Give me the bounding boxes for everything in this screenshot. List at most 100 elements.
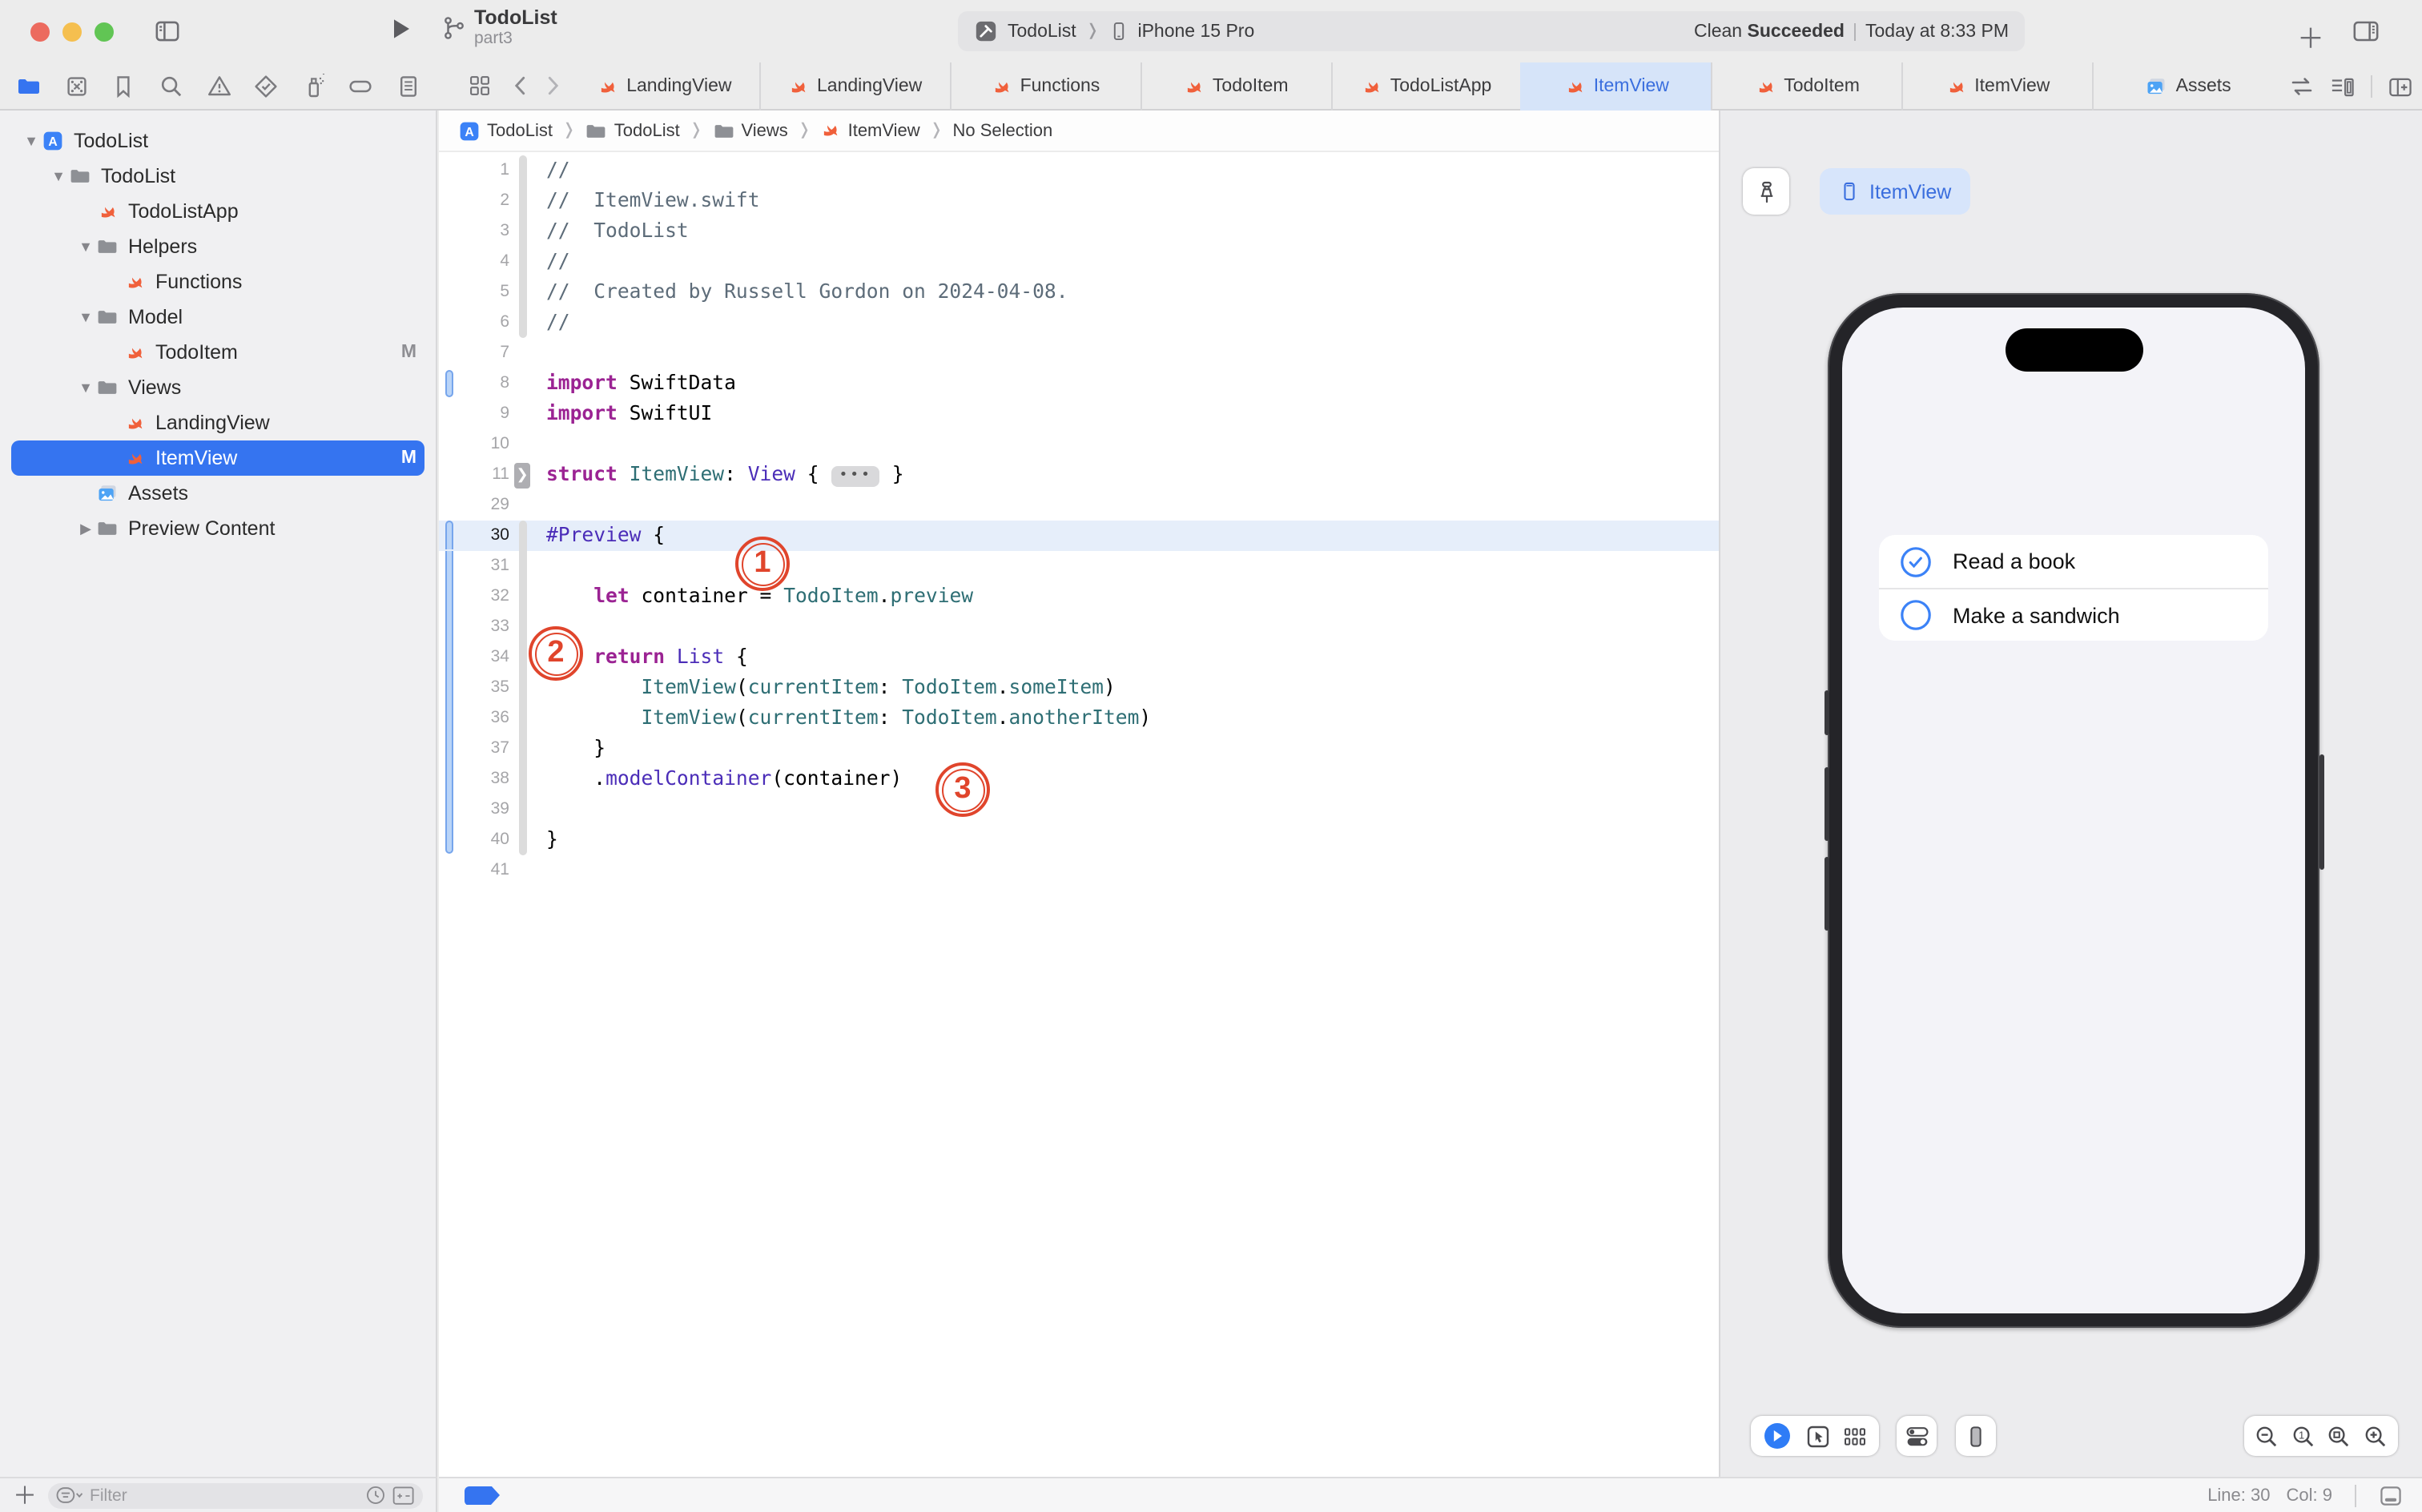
code-line-37[interactable]: 37 } xyxy=(439,734,1719,764)
fold-ribbon[interactable] xyxy=(519,521,527,551)
code-line-31[interactable]: 31 xyxy=(439,551,1719,581)
sidebar-item-model[interactable]: ▼ Model xyxy=(0,300,436,335)
tab-assets[interactable]: Assets xyxy=(2092,62,2283,111)
fold-ribbon[interactable] xyxy=(519,734,527,764)
fold-ribbon[interactable] xyxy=(519,551,527,581)
code-line-36[interactable]: 36 ItemView(currentItem: TodoItem.anothe… xyxy=(439,703,1719,734)
bookmarks-navigator-icon[interactable] xyxy=(111,74,137,99)
fold-ribbon[interactable] xyxy=(519,612,527,642)
code-line-2[interactable]: 2 // ItemView.swift xyxy=(439,186,1719,216)
line-number[interactable]: 2 xyxy=(455,186,509,216)
zoom-window-button[interactable] xyxy=(95,22,114,42)
line-number[interactable]: 40 xyxy=(455,825,509,855)
activity-status[interactable]: Clean Succeeded | Today at 8:33 PM xyxy=(1694,22,2009,41)
code-line-38[interactable]: 38 .modelContainer(container) xyxy=(439,764,1719,794)
tab-itemview[interactable]: ItemView xyxy=(1901,62,2092,111)
zoom-out-icon[interactable] xyxy=(2255,1423,2280,1449)
breadcrumb-todolist[interactable]: TodoList xyxy=(585,119,680,142)
device-bezels-control[interactable] xyxy=(1956,1416,1996,1456)
line-number[interactable]: 32 xyxy=(455,581,509,612)
fold-ribbon[interactable] xyxy=(519,703,527,734)
sidebar-item-todolistapp[interactable]: TodoListApp xyxy=(0,194,436,229)
fold-ribbon[interactable] xyxy=(519,764,527,794)
code-line-34[interactable]: 34 return List { xyxy=(439,642,1719,673)
fold-ribbon[interactable] xyxy=(519,642,527,673)
back-icon[interactable] xyxy=(509,74,532,98)
run-button[interactable] xyxy=(389,16,413,42)
fold-ribbon[interactable] xyxy=(519,581,527,612)
selectable-mode-icon[interactable] xyxy=(1804,1423,1830,1449)
fold-ribbon[interactable] xyxy=(519,155,527,186)
sidebar-item-todolist[interactable]: ▼ TodoList xyxy=(0,159,436,194)
fold-ribbon[interactable] xyxy=(519,247,527,277)
zoom-in-icon[interactable] xyxy=(2362,1423,2388,1449)
sidebar-item-preview-content[interactable]: ▶ Preview Content xyxy=(0,511,436,546)
sidebar-item-functions[interactable]: Functions xyxy=(0,264,436,300)
line-number[interactable]: 1 xyxy=(455,155,509,186)
breadcrumb-itemview[interactable]: ItemView xyxy=(821,120,920,141)
line-number[interactable]: 36 xyxy=(455,703,509,734)
close-window-button[interactable] xyxy=(30,22,50,42)
preview-target-chip[interactable]: ItemView xyxy=(1820,168,1971,215)
code-line-32[interactable]: 32 let container = TodoItem.preview xyxy=(439,581,1719,612)
code-line-5[interactable]: 5 // Created by Russell Gordon on 2024-04… xyxy=(439,277,1719,308)
todo-item-row[interactable]: Read a book xyxy=(1879,535,2268,588)
col-indicator[interactable]: Col: 9 xyxy=(2287,1486,2333,1505)
fold-ribbon[interactable] xyxy=(519,186,527,216)
issues-navigator-icon[interactable] xyxy=(206,74,231,99)
code-line-39[interactable]: 39 xyxy=(439,794,1719,825)
scheme-toolbar[interactable]: TodoList ❭ iPhone 15 Pro Clean Succeeded… xyxy=(958,11,2025,51)
pin-preview-button[interactable] xyxy=(1743,168,1789,215)
code-line-35[interactable]: 35 ItemView(currentItem: TodoItem.someIt… xyxy=(439,673,1719,703)
tab-functions[interactable]: Functions xyxy=(949,62,1141,111)
line-number[interactable]: 6 xyxy=(455,308,509,338)
disclosure-icon[interactable]: ▼ xyxy=(77,309,95,325)
breadcrumb-views[interactable]: Views xyxy=(713,119,788,142)
todo-item-row[interactable]: Make a sandwich xyxy=(1879,588,2268,641)
line-number[interactable]: 34 xyxy=(455,642,509,673)
project-navigator-icon[interactable] xyxy=(16,74,42,99)
code-line-6[interactable]: 6 // xyxy=(439,308,1719,338)
code-line-33[interactable]: 33 xyxy=(439,612,1719,642)
code-line-41[interactable]: 41 xyxy=(439,855,1719,886)
line-number[interactable]: 4 xyxy=(455,247,509,277)
forward-icon[interactable] xyxy=(541,74,564,98)
reports-navigator-icon[interactable] xyxy=(396,74,421,99)
recent-files-icon[interactable] xyxy=(365,1485,386,1506)
scheme-target[interactable]: TodoList xyxy=(1008,22,1076,41)
tab-todolistapp[interactable]: TodoListApp xyxy=(1330,62,1521,111)
line-number[interactable]: 31 xyxy=(455,551,509,581)
fold-ribbon[interactable] xyxy=(519,308,527,338)
fold-ribbon[interactable] xyxy=(519,825,527,855)
add-file-button[interactable]: ＋ xyxy=(13,1478,37,1512)
live-preview-icon[interactable] xyxy=(1763,1421,1793,1451)
tab-itemview[interactable]: ItemView xyxy=(1520,62,1712,111)
fold-chevron-icon[interactable]: ❯ xyxy=(514,462,530,488)
sidebar-item-views[interactable]: ▼ Views xyxy=(0,370,436,405)
find-navigator-icon[interactable] xyxy=(159,74,184,99)
checked-circle-icon[interactable] xyxy=(1900,545,1932,577)
line-number[interactable]: 35 xyxy=(455,673,509,703)
line-number[interactable]: 29 xyxy=(455,490,509,521)
folded-code-chip[interactable]: ••• xyxy=(831,466,880,487)
disclosure-icon[interactable]: ▼ xyxy=(50,168,67,184)
fold-ribbon[interactable] xyxy=(519,216,527,247)
fold-ribbon[interactable] xyxy=(519,277,527,308)
tab-landingview[interactable]: LandingView xyxy=(570,62,759,111)
disclosure-icon[interactable]: ▶ xyxy=(77,520,95,537)
sidebar-item-todoitem[interactable]: TodoItem M xyxy=(0,335,436,370)
tab-landingview[interactable]: LandingView xyxy=(758,62,950,111)
scheme-device[interactable]: iPhone 15 Pro xyxy=(1137,22,1254,41)
code-line-7[interactable]: 7 xyxy=(439,338,1719,368)
line-number[interactable]: 9 xyxy=(455,399,509,429)
sidebar-item-itemview[interactable]: ItemView M xyxy=(0,440,436,476)
sidebar-item-landingview[interactable]: LandingView xyxy=(0,405,436,440)
library-add-button[interactable]: ＋ xyxy=(2297,16,2324,56)
tab-todoitem[interactable]: TodoItem xyxy=(1711,62,1902,111)
code-line-30[interactable]: 30 #Preview { xyxy=(439,521,1719,551)
code-line-11[interactable]: 11 ❯ struct ItemView: View { ••• } xyxy=(439,460,1719,490)
line-number[interactable]: 30 xyxy=(455,521,509,551)
scm-filter-icon[interactable] xyxy=(392,1486,415,1505)
sidebar-item-helpers[interactable]: ▼ Helpers xyxy=(0,229,436,264)
minimize-window-button[interactable] xyxy=(62,22,82,42)
